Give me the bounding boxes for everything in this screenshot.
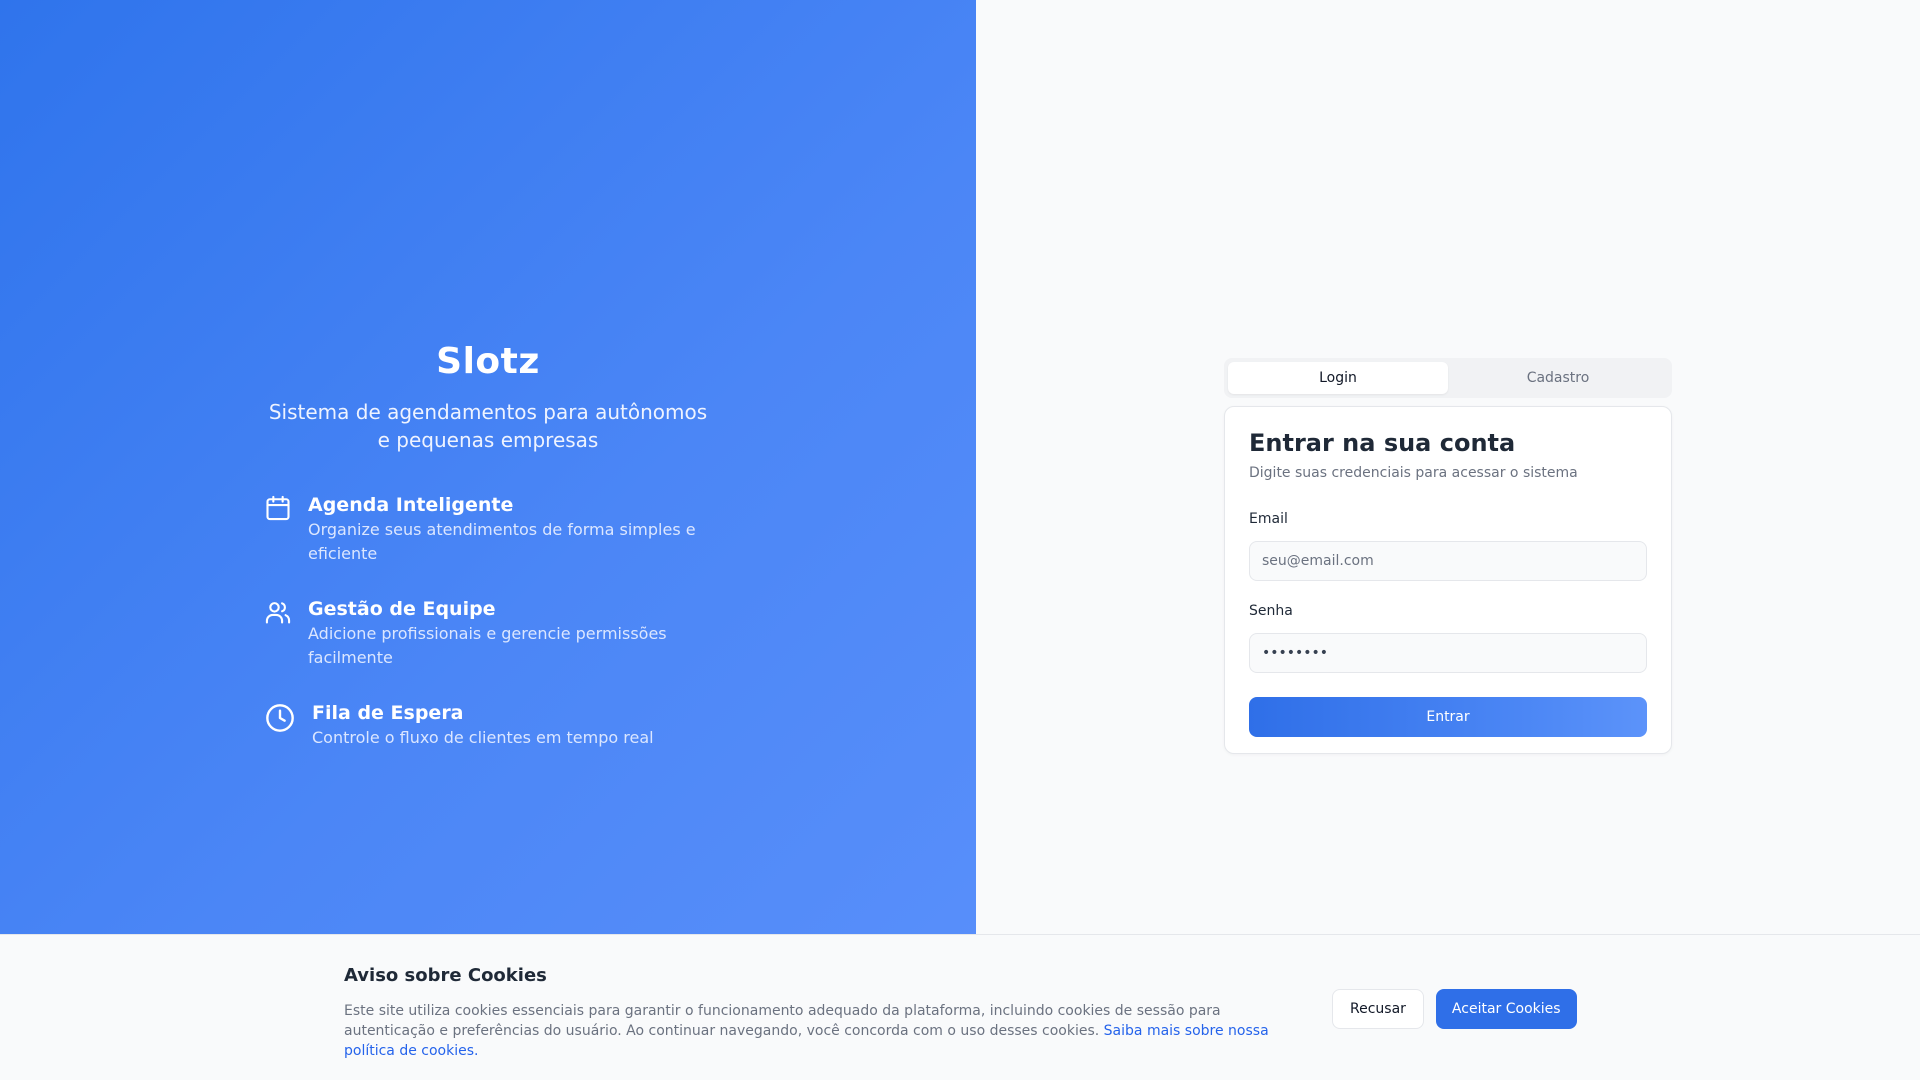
calendar-icon: [264, 494, 292, 522]
feature-title: Fila de Espera: [312, 702, 464, 724]
hero-content: Slotz Sistema de agendamentos para autôn…: [264, 336, 712, 780]
feature-description: Adicione profissionais e gerencie permis…: [308, 624, 667, 667]
feature-item-equipe: Gestão de Equipe Adicione profissionais …: [264, 596, 712, 670]
users-icon: [264, 598, 292, 626]
cookie-body-text: Este site utiliza cookies essenciais par…: [344, 1003, 1221, 1039]
brand-tagline: Sistema de agendamentos para autônomos e…: [268, 400, 708, 452]
clock-icon: [264, 702, 296, 734]
email-field[interactable]: [1249, 541, 1647, 581]
cookie-actions: Recusar Aceitar Cookies: [1332, 989, 1577, 1029]
brand-title: Slotz: [436, 341, 540, 382]
feature-title: Gestão de Equipe: [308, 598, 496, 620]
auth-tabs: Login Cadastro: [1224, 358, 1672, 398]
cookie-text-block: Aviso sobre Cookies Este site utiliza co…: [344, 963, 1274, 1061]
login-title: Entrar na sua conta: [1249, 429, 1516, 457]
login-card: Entrar na sua conta Digite suas credenci…: [1224, 406, 1672, 754]
login-subtitle: Digite suas credenciais para acessar o s…: [1249, 465, 1578, 481]
feature-title: Agenda Inteligente: [308, 494, 514, 516]
feature-item-fila: Fila de Espera Controle o fluxo de clien…: [264, 700, 712, 750]
cookie-title: Aviso sobre Cookies: [344, 965, 547, 986]
feature-description: Organize seus atendimentos de forma simp…: [308, 520, 696, 563]
feature-item-agenda: Agenda Inteligente Organize seus atendim…: [264, 492, 712, 566]
hero-panel: Slotz Sistema de agendamentos para autôn…: [0, 0, 976, 1080]
cookie-banner: Aviso sobre Cookies Este site utiliza co…: [0, 934, 1920, 1080]
email-label: Email: [1249, 511, 1288, 527]
decline-cookies-button[interactable]: Recusar: [1332, 989, 1424, 1029]
password-label: Senha: [1249, 603, 1293, 619]
tab-login[interactable]: Login: [1228, 362, 1448, 394]
cookie-body: Este site utiliza cookies essenciais par…: [344, 1001, 1274, 1061]
feature-list: Agenda Inteligente Organize seus atendim…: [264, 492, 712, 750]
accept-cookies-button[interactable]: Aceitar Cookies: [1435, 989, 1577, 1029]
tab-cadastro[interactable]: Cadastro: [1448, 362, 1668, 394]
password-field[interactable]: [1249, 633, 1647, 673]
login-submit-button[interactable]: Entrar: [1249, 697, 1647, 737]
feature-description: Controle o fluxo de clientes em tempo re…: [312, 728, 654, 747]
